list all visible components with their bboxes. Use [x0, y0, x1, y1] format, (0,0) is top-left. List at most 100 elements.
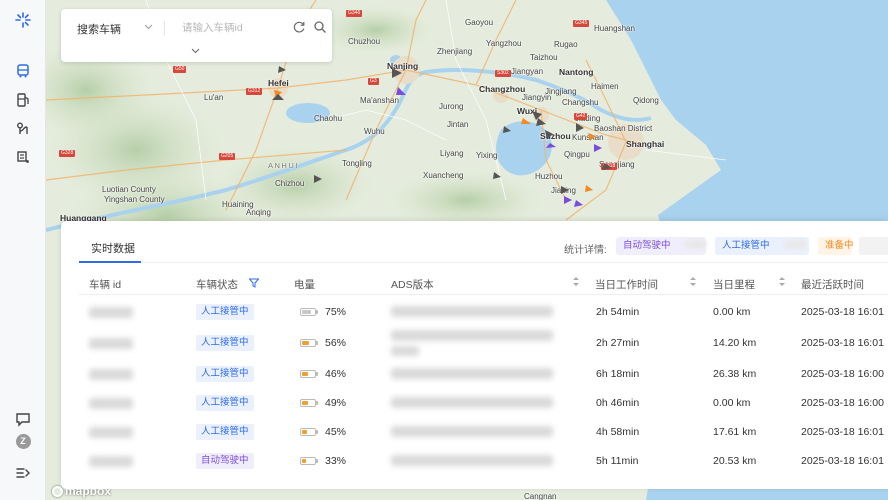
ads-version-redacted: [391, 426, 553, 437]
vehicle-search-box: 搜索车辆: [61, 9, 332, 62]
search-icon[interactable]: [313, 20, 327, 34]
avatar-letter: Z: [15, 433, 31, 449]
search-type-select-label: 搜索车辆: [77, 24, 121, 36]
table-row[interactable]: 人工接管中 75% 2h 54min 0.00 km 2025-03-18 16…: [79, 298, 888, 327]
work-time-value: 0h 46min: [596, 397, 640, 409]
table-header: 车辆 id 车辆状态 电量 ADS版本 当日工作时间 当日里程 最近活跃时间: [79, 271, 888, 295]
mapbox-logo-icon: [52, 485, 63, 497]
sort-icon[interactable]: [779, 276, 785, 287]
battery-fill: [302, 430, 307, 434]
battery-value: 33%: [325, 455, 347, 467]
work-time-value: 2h 54min: [596, 306, 640, 318]
tab-active-indicator: [79, 261, 141, 263]
stats-label: 统计详情:: [564, 245, 607, 256]
expand-chevron-icon[interactable]: [191, 46, 200, 57]
status-badge: 人工接管中: [196, 395, 254, 411]
status-badge: 人工接管中: [196, 424, 254, 440]
col-vehicle-id: 车辆 id: [89, 279, 122, 291]
vehicle-id-redacted: [89, 338, 133, 349]
mileage-value: 0.00 km: [713, 397, 751, 409]
battery-value: 56%: [325, 337, 347, 349]
status-badge: 人工接管中: [196, 366, 254, 382]
col-battery: 电量: [294, 279, 315, 291]
vehicle-id-redacted: [89, 456, 133, 467]
table-row[interactable]: 自动驾驶中 33% 5h 11min 20.53 km 2025-03-18 1…: [79, 447, 888, 476]
mileage-value: 17.61 km: [713, 426, 757, 438]
refresh-icon[interactable]: [292, 20, 306, 34]
vehicle-id-redacted: [89, 398, 133, 409]
table-row[interactable]: 人工接管中 45% 4h 58min 17.61 km 2025-03-18 1…: [79, 418, 888, 447]
col-status: 车辆状态: [196, 279, 238, 291]
battery-value: 45%: [325, 426, 347, 438]
stat-auto-count-redacted: [684, 240, 707, 249]
work-time-value: 2h 27min: [596, 337, 640, 349]
ads-version-redacted: [391, 306, 553, 317]
col-last-active: 最近活跃时间: [801, 279, 864, 291]
battery-fill: [302, 310, 311, 314]
table-row[interactable]: 人工接管中 49% 0h 46min 0.00 km 2025-03-18 16…: [79, 389, 888, 418]
status-badge: 人工接管中: [196, 335, 254, 351]
logo-icon[interactable]: [11, 8, 35, 32]
stat-manual-count-redacted: [783, 240, 806, 249]
battery-icon: [300, 428, 318, 436]
ads-version-redacted: [391, 368, 553, 379]
last-active-value: 2025-03-18 16:00: [801, 368, 884, 380]
mileage-value: 14.20 km: [713, 337, 757, 349]
battery-icon: [300, 339, 318, 347]
vehicle-marker-icon: [272, 66, 612, 207]
filter-icon[interactable]: [248, 277, 260, 291]
user-avatar-icon[interactable]: Z: [11, 429, 35, 453]
vehicle-id-input[interactable]: [182, 19, 287, 37]
chevron-down-icon: [144, 22, 153, 33]
left-rail: Z: [0, 0, 46, 500]
last-active-value: 2025-03-18 16:01: [801, 455, 884, 467]
battery-value: 46%: [325, 368, 347, 380]
battery-fill: [302, 459, 306, 463]
last-active-value: 2025-03-18 16:01: [801, 337, 884, 349]
route-icon[interactable]: [11, 117, 35, 141]
mileage-value: 26.38 km: [713, 368, 757, 380]
stat-auto-label: 自动驾驶中: [623, 240, 671, 251]
battery-icon: [300, 370, 318, 378]
stat-manual-takeover[interactable]: 人工接管中: [715, 237, 809, 255]
battery-fill: [302, 341, 309, 345]
ads-version-redacted: [391, 330, 553, 341]
battery-value: 49%: [325, 397, 347, 409]
search-type-select[interactable]: 搜索车辆: [77, 21, 153, 37]
work-time-value: 6h 18min: [596, 368, 640, 380]
ads-version-redacted: [391, 455, 553, 466]
divider: [164, 21, 165, 36]
stat-ready[interactable]: 准备中: [818, 237, 854, 255]
status-badge: 人工接管中: [196, 304, 254, 320]
mileage-value: 20.53 km: [713, 455, 757, 467]
stat-other-redacted[interactable]: [859, 237, 888, 255]
fuel-station-icon[interactable]: [11, 88, 35, 112]
last-active-value: 2025-03-18 16:01: [801, 426, 884, 438]
col-mileage: 当日里程: [713, 279, 755, 291]
vehicle-list-icon[interactable]: [11, 145, 35, 169]
tab-realtime-data[interactable]: 实时数据: [91, 240, 135, 256]
status-badge: 自动驾驶中: [196, 453, 254, 469]
sort-icon[interactable]: [690, 276, 696, 287]
mileage-value: 0.00 km: [713, 306, 751, 318]
stat-manual-label: 人工接管中: [722, 240, 770, 251]
last-active-value: 2025-03-18 16:01: [801, 306, 884, 318]
table-row[interactable]: 人工接管中 46% 6h 18min 26.38 km 2025-03-18 1…: [79, 360, 888, 389]
battery-fill: [302, 372, 308, 376]
collapse-icon[interactable]: [11, 461, 35, 485]
battery-icon: [300, 457, 318, 465]
work-time-value: 4h 58min: [596, 426, 640, 438]
sort-icon[interactable]: [573, 276, 579, 287]
ads-version-redacted: [391, 346, 419, 356]
last-active-value: 2025-03-18 16:00: [801, 397, 884, 409]
bus-icon[interactable]: [11, 59, 35, 83]
message-icon[interactable]: [11, 407, 35, 431]
vehicle-id-redacted: [89, 427, 133, 438]
tab-divider: [79, 262, 888, 263]
vehicle-id-redacted: [89, 369, 133, 380]
table-row[interactable]: 人工接管中 56% 2h 27min 14.20 km 2025-03-18 1…: [79, 327, 888, 360]
stat-auto-driving[interactable]: 自动驾驶中: [616, 237, 707, 255]
vehicle-id-redacted: [89, 307, 133, 318]
col-ads-version: ADS版本: [391, 279, 434, 291]
work-time-value: 5h 11min: [596, 455, 639, 467]
